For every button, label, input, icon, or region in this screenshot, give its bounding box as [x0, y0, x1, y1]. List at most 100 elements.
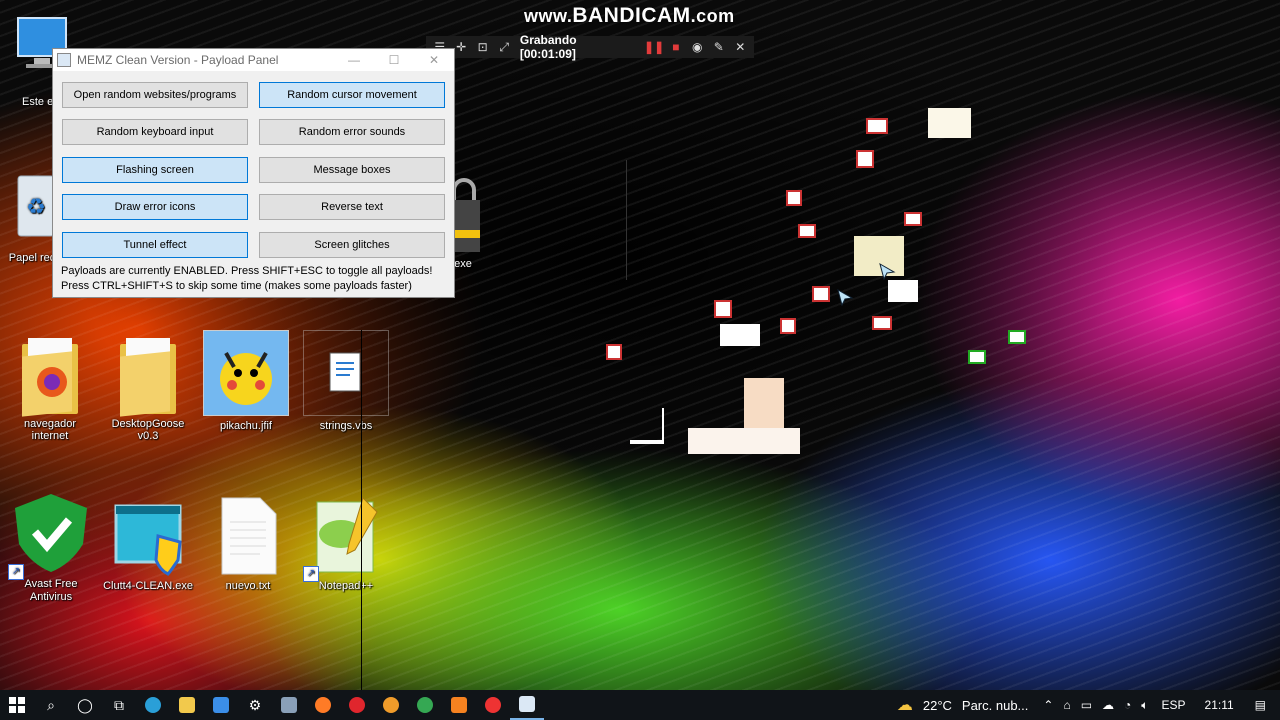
desktop-icon-avast[interactable]: Avast Free Antivirus ↗ — [6, 492, 96, 604]
desktop-icon-label: pikachu.jfif — [220, 420, 272, 432]
payload-tunnel-effect-button[interactable]: Tunnel effect — [62, 232, 248, 258]
shortcut-arrow-icon: ↗ — [8, 564, 24, 580]
payload-error-sounds-button[interactable]: Random error sounds — [259, 119, 445, 145]
cortana-icon[interactable]: ◯ — [68, 690, 102, 720]
payload-reverse-text-button[interactable]: Reverse text — [259, 194, 445, 220]
battery-icon[interactable]: ▭ — [1081, 698, 1092, 712]
error-icon — [856, 150, 874, 168]
stop-icon[interactable]: ■ — [668, 39, 683, 55]
exe-shield-icon — [110, 502, 186, 576]
error-icon — [968, 350, 986, 364]
weather-description[interactable]: Parc. nub... — [962, 698, 1028, 713]
payload-message-boxes-button[interactable]: Message boxes — [259, 157, 445, 183]
target-icon[interactable]: ✛ — [453, 39, 468, 55]
payload-screen-glitches-button[interactable]: Screen glitches — [259, 232, 445, 258]
bandicam-watermark: www.BANDICAM.com — [524, 4, 735, 28]
firefox-icon[interactable] — [306, 690, 340, 720]
glitch-line — [361, 330, 362, 690]
watermark-suffix: .com — [690, 6, 735, 26]
desktop-icon-label: navegador internet — [24, 418, 76, 442]
watermark-brand: BANDICAM — [572, 4, 691, 27]
desktop-icon-label: Avast Free Antivirus — [24, 578, 78, 603]
error-icon — [904, 212, 922, 226]
chrome-icon[interactable] — [408, 690, 442, 720]
clock[interactable]: 21:11 — [1205, 698, 1234, 712]
desktop-icon-label: nuevo.txt — [225, 580, 271, 592]
edge-icon[interactable] — [136, 690, 170, 720]
task-view-icon[interactable]: ⧉ — [102, 690, 136, 720]
cursor-icon — [836, 288, 856, 307]
payload-flashing-screen-button[interactable]: Flashing screen — [62, 157, 248, 183]
svg-text:♻: ♻ — [26, 194, 46, 219]
window-app-icon — [57, 53, 71, 67]
desktop-icon-label: DesktopGoose v0.3 — [111, 418, 185, 442]
desktop-icon-browser[interactable]: navegador internet — [5, 338, 95, 442]
close-icon[interactable]: ✕ — [733, 39, 748, 55]
volume-icon[interactable]: 🔈︎ — [1141, 698, 1148, 713]
language-indicator[interactable]: ESP — [1162, 698, 1186, 712]
capture-region-icon[interactable]: ⊡ — [475, 39, 490, 55]
desktop-icon-label: strings.vbs — [319, 420, 373, 432]
desktop-icon-notepadpp[interactable]: Notepad++ ↗ — [301, 494, 391, 592]
error-icon — [606, 344, 622, 360]
notepadpp-icon — [311, 494, 381, 576]
pen-icon[interactable]: ✎ — [711, 39, 726, 55]
close-icon[interactable]: ✕ — [414, 53, 454, 67]
network-icon[interactable]: ⌂ — [1063, 698, 1070, 712]
script-file-icon — [303, 330, 389, 416]
desktop-icon-nuevo-txt[interactable]: nuevo.txt — [203, 496, 293, 592]
browser-icon[interactable] — [374, 690, 408, 720]
shortcut-arrow-icon: ↗ — [303, 566, 319, 582]
temperature[interactable]: 22°C — [923, 698, 952, 713]
resize-icon[interactable]: ⤢ — [496, 39, 511, 55]
wifi-icon[interactable]: ◔ — [1124, 698, 1131, 712]
error-icon — [872, 316, 892, 330]
recording-status: Grabando [00:01:09] — [519, 33, 577, 61]
screen-glitch-block — [630, 440, 664, 444]
avast-shield-icon — [11, 492, 91, 574]
camera-icon[interactable]: ◉ — [690, 39, 705, 55]
notifications-icon[interactable]: ▤ — [1255, 698, 1266, 712]
desktop-icon-strings-vbs[interactable]: strings.vbs — [301, 330, 391, 432]
start-button[interactable] — [0, 690, 34, 720]
bandicam-icon[interactable] — [476, 690, 510, 720]
photos-icon[interactable] — [272, 690, 306, 720]
onedrive-icon[interactable]: ☁ — [1102, 698, 1114, 712]
desktop-icon-clutt4[interactable]: Clutt4-CLEAN.exe — [103, 502, 193, 592]
error-icon — [780, 318, 796, 334]
taskbar: ⌕ ◯ ⧉ ⚙ ☁ 22°C Parc. nub... ⌃ ⌂ ▭ ☁ ◔ 🔈︎… — [0, 690, 1280, 720]
avast-icon[interactable] — [442, 690, 476, 720]
payload-status-line: Payloads are currently ENABLED. Press SH… — [61, 265, 433, 277]
payload-cursor-movement-button[interactable]: Random cursor movement — [259, 82, 445, 108]
payload-draw-error-icons-button[interactable]: Draw error icons — [62, 194, 248, 220]
weather-icon[interactable]: ☁ — [897, 695, 913, 715]
folder-icon — [120, 338, 176, 417]
error-icon — [714, 300, 732, 318]
search-icon[interactable]: ⌕ — [34, 690, 68, 720]
system-tray: ☁ 22°C Parc. nub... ⌃ ⌂ ▭ ☁ ◔ 🔈︎ ESP 21:… — [892, 690, 1280, 720]
image-thumbnail-icon — [203, 330, 289, 416]
opera-icon[interactable] — [340, 690, 374, 720]
error-icon — [866, 118, 888, 134]
desktop-icon-desktopgoose[interactable]: DesktopGoose v0.3 — [103, 338, 193, 442]
screen-glitch-block — [888, 280, 918, 302]
chevron-up-icon[interactable]: ⌃ — [1043, 698, 1053, 712]
window-title: MEMZ Clean Version - Payload Panel — [77, 53, 279, 67]
error-icon — [798, 224, 816, 238]
pause-icon[interactable]: ❚❚ — [644, 39, 664, 55]
screen-glitch-block — [928, 108, 971, 138]
minimize-icon[interactable]: — — [334, 53, 374, 67]
error-icon — [1008, 330, 1026, 344]
desktop-icon-pikachu[interactable]: pikachu.jfif — [201, 330, 291, 432]
file-explorer-icon[interactable] — [170, 690, 204, 720]
maximize-icon[interactable]: ☐ — [374, 53, 414, 67]
folder-icon — [22, 338, 78, 417]
payload-open-websites-button[interactable]: Open random websites/programs — [62, 82, 248, 108]
memz-payload-window: MEMZ Clean Version - Payload Panel — ☐ ✕… — [52, 48, 455, 298]
settings-gear-icon[interactable]: ⚙ — [238, 690, 272, 720]
window-titlebar[interactable]: MEMZ Clean Version - Payload Panel — ☐ ✕ — [53, 49, 454, 71]
mail-icon[interactable] — [204, 690, 238, 720]
memz-window-taskbar-icon[interactable] — [510, 690, 544, 720]
payload-keyboard-input-button[interactable]: Random keyboard input — [62, 119, 248, 145]
text-file-icon — [218, 496, 278, 576]
